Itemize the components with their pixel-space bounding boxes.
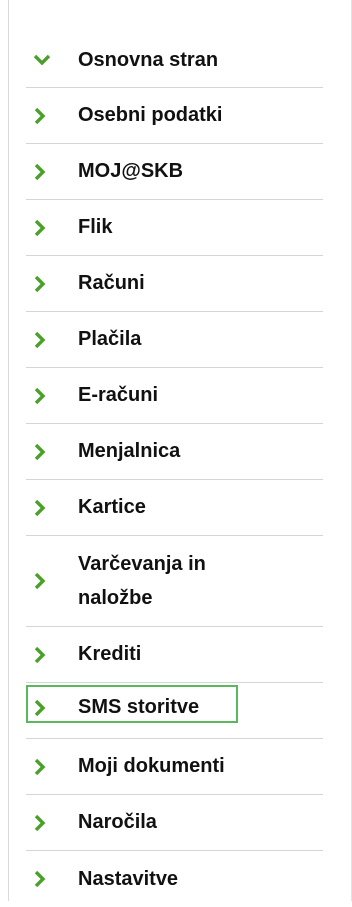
chevron-right-icon [34, 275, 54, 292]
sidebar-item-osebni-podatki[interactable]: Osebni podatki [26, 88, 323, 144]
sidebar-item-varcevanja-in-nalozbe[interactable]: Varčevanja in naložbe [26, 536, 323, 627]
sidebar-item-label: Moji dokumenti [78, 755, 225, 777]
sidebar-item-label: MOJ@SKB [78, 160, 184, 182]
sidebar-item-label: Osnovna stran [78, 48, 219, 71]
chevron-right-icon [34, 573, 54, 589]
left-border [8, 0, 9, 901]
sidebar-item-label: Krediti [78, 643, 142, 665]
sidebar-item-placila[interactable]: Plačila [26, 312, 323, 368]
sidebar-item-osnovna-stran[interactable]: Osnovna stran [26, 33, 323, 88]
chevron-right-icon [34, 219, 54, 236]
chevron-right-icon [34, 699, 54, 716]
sidebar-item-label: Menjalnica [78, 440, 181, 462]
chevron-right-icon [34, 499, 54, 516]
sidebar-item-label: Varčevanja in naložbe [78, 553, 206, 609]
chevron-right-icon [34, 163, 54, 180]
sidebar-item-flik[interactable]: Flik [26, 200, 323, 256]
sidebar-item-krediti[interactable]: Krediti [26, 627, 323, 683]
sidebar-nav: Osnovna stran Osebni podatki MOJ@SKB Fli… [26, 33, 323, 907]
chevron-down-icon [34, 54, 54, 66]
sidebar-item-moj-skb[interactable]: MOJ@SKB [26, 144, 323, 200]
sidebar-item-label: Kartice [78, 496, 146, 518]
sidebar-item-label: Računi [78, 272, 145, 294]
chevron-right-icon [34, 387, 54, 404]
sidebar-item-sms-storitve[interactable]: SMS storitve [26, 683, 323, 739]
sidebar-item-racuni[interactable]: Računi [26, 256, 323, 312]
sidebar-item-label: SMS storitve [78, 696, 200, 718]
sidebar-item-label: E-računi [78, 384, 159, 406]
chevron-right-icon [34, 814, 54, 831]
sidebar-item-e-racuni[interactable]: E-računi [26, 368, 323, 424]
chevron-right-icon [34, 758, 54, 775]
sidebar-item-label: Nastavitve [78, 867, 179, 890]
sidebar-item-nastavitve[interactable]: Nastavitve [26, 851, 323, 907]
chevron-right-icon [34, 107, 54, 124]
sidebar-item-narocila[interactable]: Naročila [26, 795, 323, 851]
sidebar-item-label: Flik [78, 216, 113, 238]
sidebar-item-label: Plačila [78, 328, 142, 350]
chevron-right-icon [34, 871, 54, 887]
chevron-right-icon [34, 443, 54, 460]
sidebar-item-label: Naročila [78, 811, 157, 833]
chevron-right-icon [34, 646, 54, 663]
sidebar-item-moji-dokumenti[interactable]: Moji dokumenti [26, 739, 323, 795]
sidebar-item-kartice[interactable]: Kartice [26, 480, 323, 536]
sidebar-item-menjalnica[interactable]: Menjalnica [26, 424, 323, 480]
chevron-right-icon [34, 331, 54, 348]
sidebar-item-label: Osebni podatki [78, 104, 223, 126]
